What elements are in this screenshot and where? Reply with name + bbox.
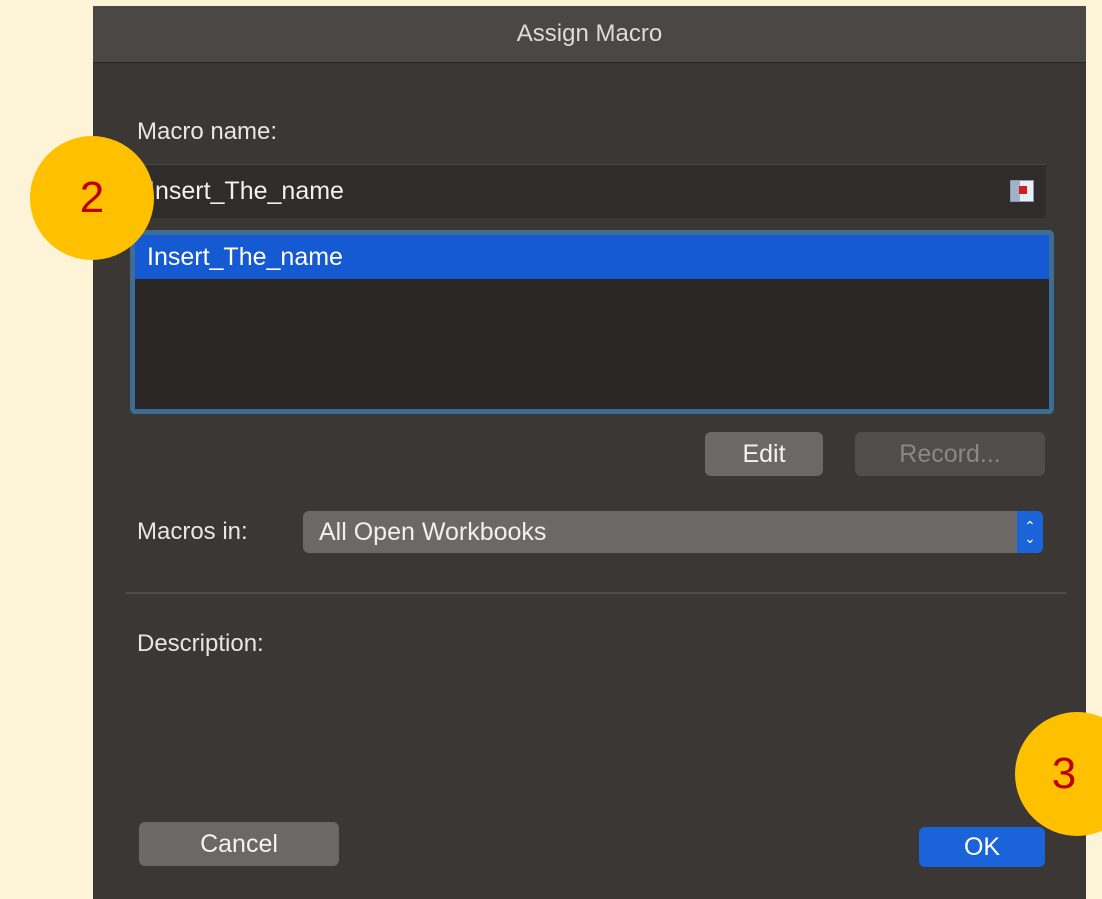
- assign-macro-dialog: Assign Macro Macro name: Insert_The_name…: [93, 6, 1086, 899]
- macros-in-label: Macros in:: [137, 518, 248, 545]
- dialog-title: Assign Macro: [93, 6, 1086, 63]
- macro-name-label: Macro name:: [137, 118, 278, 145]
- select-stepper-icon: ⌃ ⌄: [1017, 511, 1043, 553]
- ok-button[interactable]: OK: [919, 827, 1045, 867]
- macro-list[interactable]: Insert_The_name: [130, 230, 1054, 414]
- list-item[interactable]: Insert_The_name: [135, 235, 1049, 279]
- step-2-badge: 2: [30, 136, 154, 260]
- cancel-button[interactable]: Cancel: [139, 822, 339, 866]
- record-button[interactable]: Record...: [855, 432, 1045, 476]
- range-picker-icon[interactable]: [1010, 180, 1034, 202]
- macro-name-value: Insert_The_name: [148, 177, 344, 205]
- description-label: Description:: [137, 630, 264, 657]
- divider: [125, 592, 1067, 594]
- edit-button[interactable]: Edit: [705, 432, 823, 476]
- macros-in-select[interactable]: All Open Workbooks ⌃ ⌄: [303, 511, 1043, 553]
- macros-in-value: All Open Workbooks: [319, 518, 547, 546]
- macro-name-input[interactable]: Insert_The_name: [140, 164, 1046, 218]
